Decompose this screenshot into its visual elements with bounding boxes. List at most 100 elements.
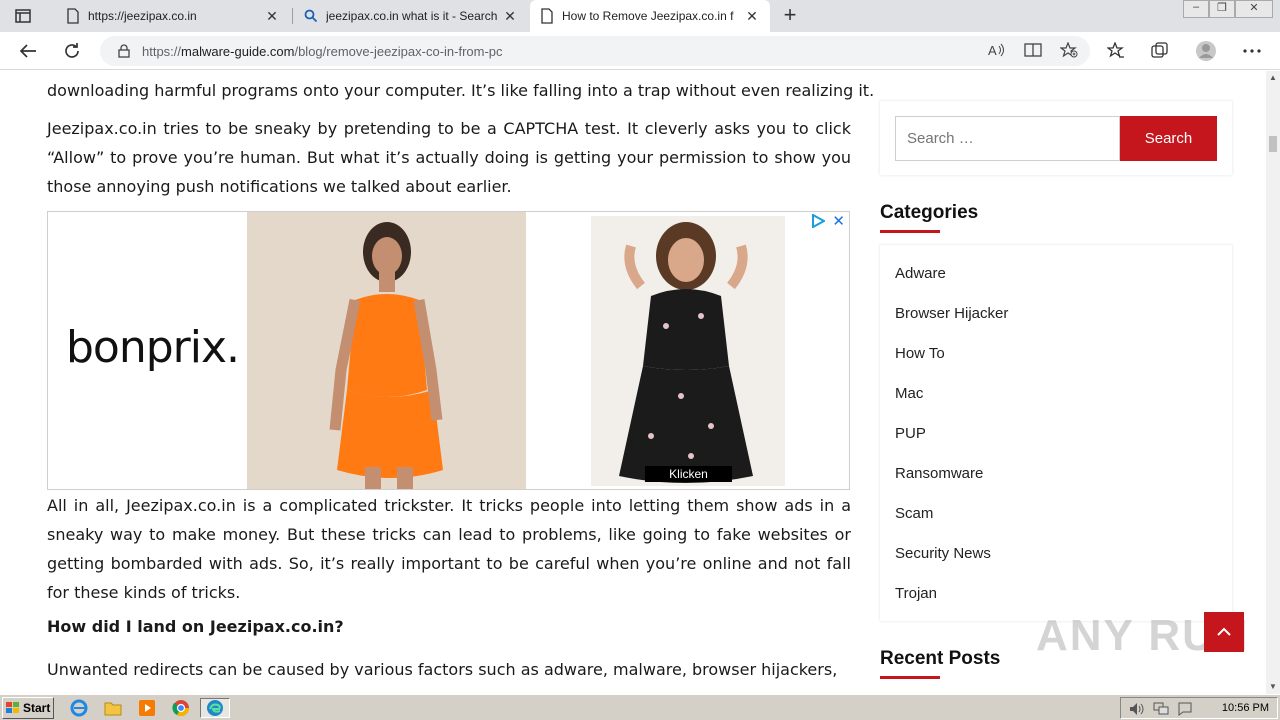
- favorites-icon: [1107, 42, 1124, 58]
- section-heading: How did I land on Jeezipax.co.in?: [47, 617, 344, 636]
- categories-heading: Categories: [880, 202, 979, 223]
- system-tray: 10:56 PM: [1120, 697, 1278, 719]
- read-aloud-icon[interactable]: A: [988, 42, 1006, 58]
- maximize-button[interactable]: ❐: [1209, 0, 1235, 18]
- network-icon[interactable]: [1153, 702, 1169, 716]
- action-center-icon[interactable]: [1177, 702, 1193, 716]
- page-icon: [67, 8, 79, 24]
- category-link-pup[interactable]: PUP: [895, 425, 926, 442]
- tab-title: How to Remove Jeezipax.co.in f: [562, 9, 734, 23]
- start-label: Start: [23, 701, 51, 715]
- url-text: https://malware-guide.com/blog/remove-je…: [142, 44, 503, 59]
- scrollbar-thumb[interactable]: [1269, 136, 1277, 152]
- refresh-button[interactable]: [60, 39, 84, 63]
- url-prefix: https://: [142, 43, 182, 59]
- url-path: /blog/remove-jeezipax-co-in-from-pc: [294, 43, 503, 59]
- avatar-icon: [1196, 41, 1216, 61]
- category-link-how-to[interactable]: How To: [895, 345, 945, 362]
- close-icon[interactable]: ✕: [744, 8, 760, 25]
- tab-search[interactable]: jeezipax.co.in what is it - Search ✕: [294, 0, 528, 32]
- taskbar-chrome[interactable]: [170, 698, 192, 718]
- scroll-up-arrow-icon[interactable]: ▲: [1266, 71, 1280, 85]
- article-paragraph: downloading harmful programs onto your c…: [47, 81, 875, 100]
- volume-icon[interactable]: [1129, 702, 1145, 716]
- url-field[interactable]: https://malware-guide.com/blog/remove-je…: [100, 36, 1090, 66]
- taskbar-edge[interactable]: [200, 698, 230, 718]
- search-widget: Search: [880, 101, 1232, 175]
- scroll-down-arrow-icon[interactable]: ▼: [1266, 680, 1280, 694]
- article-paragraph: Unwanted redirects can be caused by vari…: [47, 660, 838, 679]
- close-icon[interactable]: ✕: [264, 8, 280, 25]
- tab-bar: https://jeezipax.co.in ✕ jeezipax.co.in …: [0, 0, 1280, 32]
- lock-icon[interactable]: [118, 44, 130, 58]
- tab-divider: [292, 8, 293, 24]
- folder-icon: [104, 702, 122, 716]
- tab-jeezipax[interactable]: https://jeezipax.co.in ✕: [56, 0, 290, 32]
- ad-click-button[interactable]: Klicken: [645, 466, 732, 482]
- svg-text:A: A: [988, 43, 997, 58]
- search-button[interactable]: Search: [1120, 116, 1217, 161]
- heading-underline: [880, 676, 940, 679]
- search-icon: [304, 9, 318, 23]
- new-tab-button[interactable]: +: [778, 4, 802, 28]
- category-link-scam[interactable]: Scam: [895, 505, 933, 522]
- tab-title: jeezipax.co.in what is it - Search: [326, 9, 498, 23]
- category-link-trojan[interactable]: Trojan: [895, 585, 937, 602]
- chrome-icon: [172, 700, 190, 717]
- close-icon[interactable]: ✕: [502, 8, 518, 25]
- ad-close-button[interactable]: ✕: [832, 212, 845, 230]
- web-page: downloading harmful programs onto your c…: [0, 71, 1266, 694]
- add-favorite-icon[interactable]: [1060, 42, 1078, 58]
- article-paragraph: All in all, Jeezipax.co.in is a complica…: [47, 496, 851, 602]
- taskbar-ie[interactable]: [68, 698, 90, 718]
- floral-dress-illustration: [591, 216, 785, 486]
- windows-logo-icon: [6, 702, 19, 713]
- back-button[interactable]: [16, 39, 40, 63]
- search-input[interactable]: [895, 116, 1120, 161]
- back-arrow-icon: [19, 44, 36, 58]
- address-bar: https://malware-guide.com/blog/remove-je…: [0, 32, 1280, 70]
- close-window-button[interactable]: ✕: [1235, 0, 1273, 18]
- refresh-icon: [65, 43, 79, 58]
- media-player-icon: [139, 700, 155, 716]
- ellipsis-icon: [1243, 49, 1261, 53]
- clock[interactable]: 10:56 PM: [1222, 702, 1269, 714]
- scroll-to-top-button[interactable]: [1204, 612, 1244, 652]
- page-scrollbar[interactable]: ▲ ▼: [1266, 71, 1280, 694]
- category-link-ransomware[interactable]: Ransomware: [895, 465, 983, 482]
- heading-underline: [880, 230, 940, 233]
- category-link-mac[interactable]: Mac: [895, 385, 923, 402]
- recent-posts-heading: Recent Posts: [880, 648, 1001, 669]
- ad-product-image-floral-dress[interactable]: [591, 216, 785, 486]
- advertisement-banner[interactable]: bonprix. Klicken ✕: [47, 211, 850, 490]
- ad-product-image-orange-dress[interactable]: [247, 212, 526, 489]
- tab-actions-icon: [15, 9, 31, 23]
- ad-brand-logo[interactable]: bonprix.: [66, 322, 240, 373]
- tab-malware-guide[interactable]: How to Remove Jeezipax.co.in f ✕: [530, 0, 770, 32]
- url-host: malware-guide.com: [181, 43, 295, 59]
- category-link-adware[interactable]: Adware: [895, 265, 946, 282]
- category-link-browser-hijacker[interactable]: Browser Hijacker: [895, 305, 1008, 322]
- taskbar-media-player[interactable]: [136, 698, 158, 718]
- favorites-button[interactable]: [1104, 39, 1128, 63]
- start-button[interactable]: Start: [2, 697, 54, 719]
- url-actions: A: [988, 42, 1078, 58]
- chevron-up-icon: [1217, 627, 1231, 636]
- minimize-button[interactable]: ‒: [1183, 0, 1209, 18]
- page-icon: [541, 8, 553, 24]
- edge-icon: [207, 700, 223, 716]
- internet-explorer-icon: [70, 699, 88, 717]
- article-paragraph: Jeezipax.co.in tries to be sneaky by pre…: [47, 119, 851, 196]
- immersive-reader-icon[interactable]: [1024, 42, 1042, 58]
- taskbar-explorer[interactable]: [102, 698, 124, 718]
- ad-choices-icon[interactable]: [811, 214, 825, 228]
- tab-actions-button[interactable]: [8, 5, 38, 27]
- categories-list: Adware Browser Hijacker How To Mac PUP R…: [880, 245, 1232, 621]
- tab-title: https://jeezipax.co.in: [88, 9, 197, 23]
- collections-icon: [1151, 42, 1168, 58]
- profile-button[interactable]: [1194, 39, 1218, 63]
- category-link-security-news[interactable]: Security News: [895, 545, 991, 562]
- collections-button[interactable]: [1148, 39, 1172, 63]
- more-menu-button[interactable]: [1240, 39, 1264, 63]
- taskbar: Start 10:56 PM: [0, 694, 1280, 720]
